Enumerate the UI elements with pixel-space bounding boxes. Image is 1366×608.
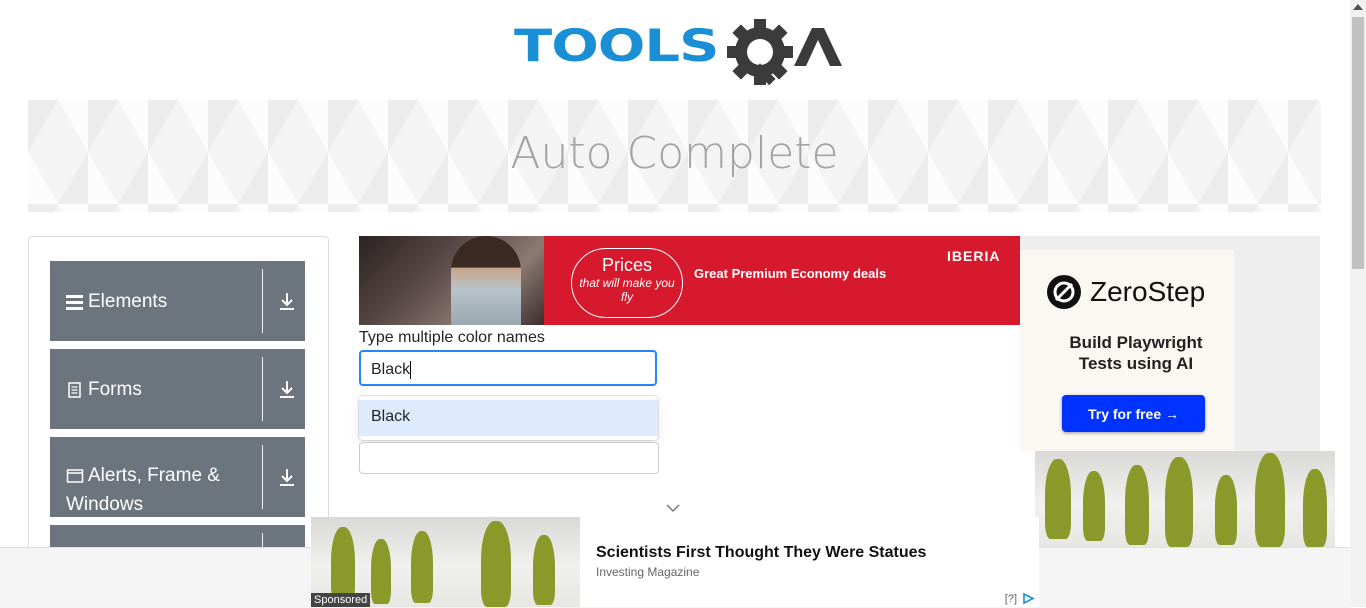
zerostep-ad-card: ZeroStep Build Playwright Tests using AI… — [1020, 250, 1234, 451]
sponsored-label: Sponsored — [311, 593, 371, 607]
sidebar-group-elements[interactable]: Elements — [50, 261, 305, 341]
sponsored-ad-source: Investing Magazine — [596, 565, 700, 579]
sidebar: Elements Forms Alerts, Frame & Windows — [28, 236, 329, 605]
ad-deal-text: Great Premium Economy deals — [694, 266, 887, 281]
statue-figure — [1083, 471, 1105, 541]
page-banner: Auto Complete — [28, 100, 1321, 212]
download-icon — [280, 293, 294, 310]
zerostep-ad[interactable]: ZeroStep Build Playwright Tests using AI… — [1020, 236, 1320, 451]
statue-figure — [1045, 459, 1071, 539]
statue-figure — [1125, 465, 1149, 545]
autocomplete-option[interactable]: Black — [359, 400, 658, 436]
group-divider — [262, 269, 263, 333]
document-icon — [68, 382, 81, 398]
adchoices-icon[interactable] — [1022, 593, 1035, 604]
multi-color-label: Type multiple color names — [359, 329, 545, 346]
zerostep-brand: ZeroStep — [1090, 276, 1206, 307]
ad-prices-badge: Prices that will make you fly — [571, 248, 683, 318]
group-divider — [262, 357, 263, 421]
chevron-down-icon[interactable] — [666, 503, 680, 513]
statue-figure — [331, 527, 355, 602]
zerostep-logo-icon — [1047, 275, 1081, 309]
statue-figure — [371, 539, 391, 604]
statue-figure — [481, 521, 511, 607]
window-icon — [66, 469, 84, 483]
sidebar-group-label: Alerts, Frame & Windows — [66, 465, 220, 515]
sponsored-ad[interactable]: Sponsored Scientists First Thought They … — [311, 517, 1039, 607]
sidebar-group-label: Elements — [66, 287, 236, 316]
group-divider — [262, 445, 263, 509]
page-title: Auto Complete — [510, 128, 839, 179]
multi-color-input[interactable]: Black — [359, 350, 657, 386]
statue-figure — [1215, 475, 1237, 545]
site-logo[interactable]: TOOLS — [514, 16, 844, 90]
ad-info-link[interactable]: [?] — [1005, 593, 1017, 605]
single-color-input[interactable] — [359, 442, 659, 474]
download-icon — [280, 469, 294, 486]
sponsored-ad-image: Sponsored — [311, 517, 580, 607]
scrollbar-thumb[interactable] — [1352, 17, 1364, 269]
autocomplete-menu: Black — [359, 396, 658, 440]
zerostep-headline: Build Playwright Tests using AI — [1069, 333, 1203, 373]
statues-ad-image[interactable] — [1035, 451, 1335, 547]
statue-figure — [1303, 469, 1327, 547]
multi-color-input-value: Black — [371, 361, 411, 379]
sidebar-group-label: Forms — [66, 375, 236, 404]
statue-figure — [411, 531, 433, 603]
download-icon — [280, 381, 294, 398]
sidebar-group-alerts[interactable]: Alerts, Frame & Windows — [50, 437, 305, 517]
logo-gear-qa-icon — [727, 19, 842, 86]
sponsored-ad-title[interactable]: Scientists First Thought They Were Statu… — [596, 544, 926, 562]
hamburger-icon — [66, 294, 83, 310]
sidebar-group-forms[interactable]: Forms — [50, 349, 305, 429]
statue-figure — [533, 535, 555, 605]
text-caret — [410, 361, 412, 379]
scroll-up-arrow-icon[interactable] — [1353, 4, 1363, 10]
ad-photo — [359, 236, 544, 325]
ad-brand-text: IBERIA — [947, 248, 1001, 264]
try-for-free-button[interactable]: Try for free → — [1062, 395, 1205, 432]
statues-scene — [1035, 451, 1335, 547]
statue-figure — [1255, 453, 1285, 547]
statue-figure — [1165, 457, 1193, 547]
iberia-ad-banner[interactable]: Prices that will make you fly Great Prem… — [359, 236, 1020, 325]
logo-tools-text: TOOLS — [514, 20, 719, 72]
ad-person-image — [451, 236, 521, 325]
